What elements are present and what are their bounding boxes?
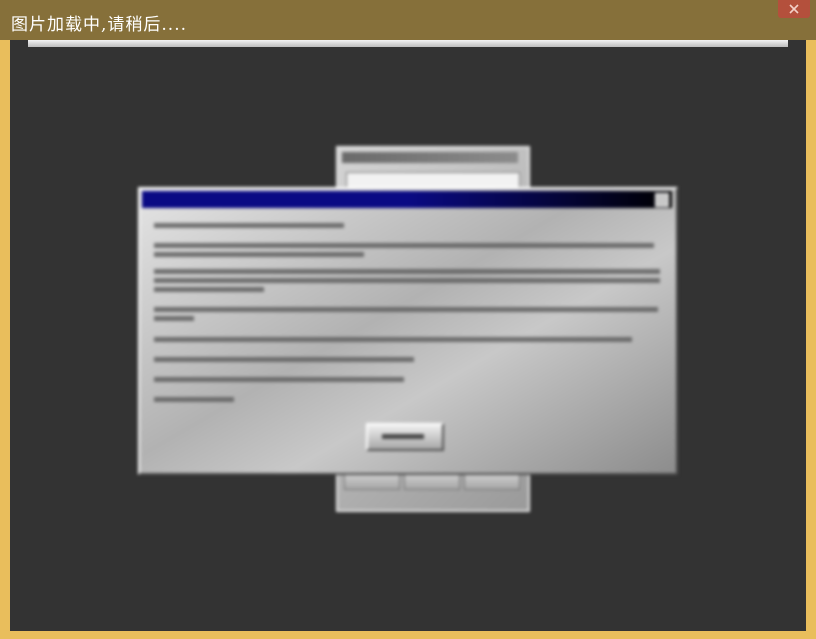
blurred-text-line [154,278,660,283]
dialog-close-icon [655,193,669,207]
blurred-text-line [154,223,344,228]
blurred-text-line [154,307,658,312]
foreground-dialog-titlebar [142,191,672,208]
blurred-text-line [154,243,654,248]
close-button[interactable] [778,0,810,18]
viewer-title-bar: 图片加载中,请稍后.... [0,0,816,40]
blurred-text-line [154,316,194,321]
blurred-text-line [154,377,404,382]
image-stage [10,40,806,631]
close-icon [789,4,799,14]
dialog-ok-button [366,423,444,451]
blurred-text-line [154,252,364,257]
blurred-text-line [154,397,234,402]
dialog-ok-label-blur [382,434,424,439]
blurred-text-line [154,337,632,342]
viewer-title: 图片加载中,请稍后.... [11,15,188,35]
blurred-text-line [154,357,414,362]
stage-top-strip [28,40,788,47]
blurred-text-line [154,287,264,292]
foreground-dialog-window [138,187,678,475]
blurred-text-line [154,269,660,274]
background-dialog-titlebar [342,152,518,163]
